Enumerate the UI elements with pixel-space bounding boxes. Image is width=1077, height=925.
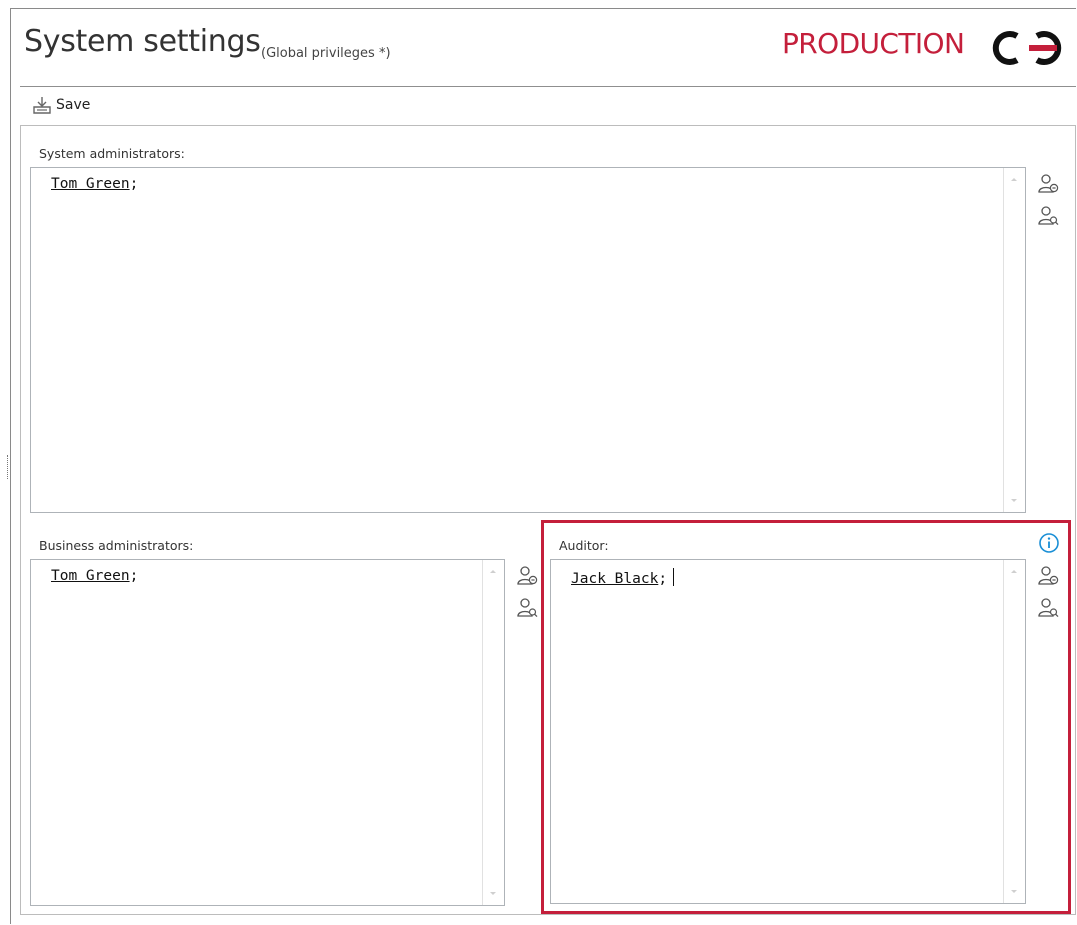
auditor-highlight-box: [541, 520, 1071, 914]
production-logo-icon: [985, 24, 1073, 72]
scroll-up-icon[interactable]: [1011, 178, 1017, 181]
save-button[interactable]: Save: [32, 93, 90, 117]
select-user-icon[interactable]: [515, 563, 539, 587]
page-subtitle: (Global privileges *): [261, 46, 391, 61]
user-link[interactable]: Tom Green: [51, 568, 130, 584]
business-administrators-label: Business administrators:: [39, 538, 194, 553]
business-administrators-value: Tom Green;: [51, 568, 139, 584]
search-user-icon[interactable]: [515, 595, 539, 619]
scroll-up-icon[interactable]: [490, 570, 496, 573]
resize-grip[interactable]: [7, 455, 9, 479]
save-icon: [33, 97, 51, 114]
scroll-down-icon[interactable]: [1011, 499, 1017, 502]
scroll-down-icon[interactable]: [490, 892, 496, 895]
environment-label: PRODUCTION: [782, 27, 965, 60]
system-administrators-label: System administrators:: [39, 146, 185, 161]
system-administrators-field[interactable]: Tom Green;: [30, 167, 1026, 513]
header-divider: [20, 86, 1076, 87]
user-link[interactable]: Tom Green: [51, 176, 130, 192]
business-administrators-field[interactable]: Tom Green;: [30, 559, 505, 906]
select-user-icon[interactable]: [1036, 171, 1060, 195]
page-title: System settings: [24, 24, 261, 59]
search-user-icon[interactable]: [1036, 203, 1060, 227]
scrollbar[interactable]: [1003, 168, 1025, 512]
system-administrators-value: Tom Green;: [51, 176, 139, 192]
scrollbar[interactable]: [482, 560, 504, 905]
save-label: Save: [56, 97, 91, 113]
